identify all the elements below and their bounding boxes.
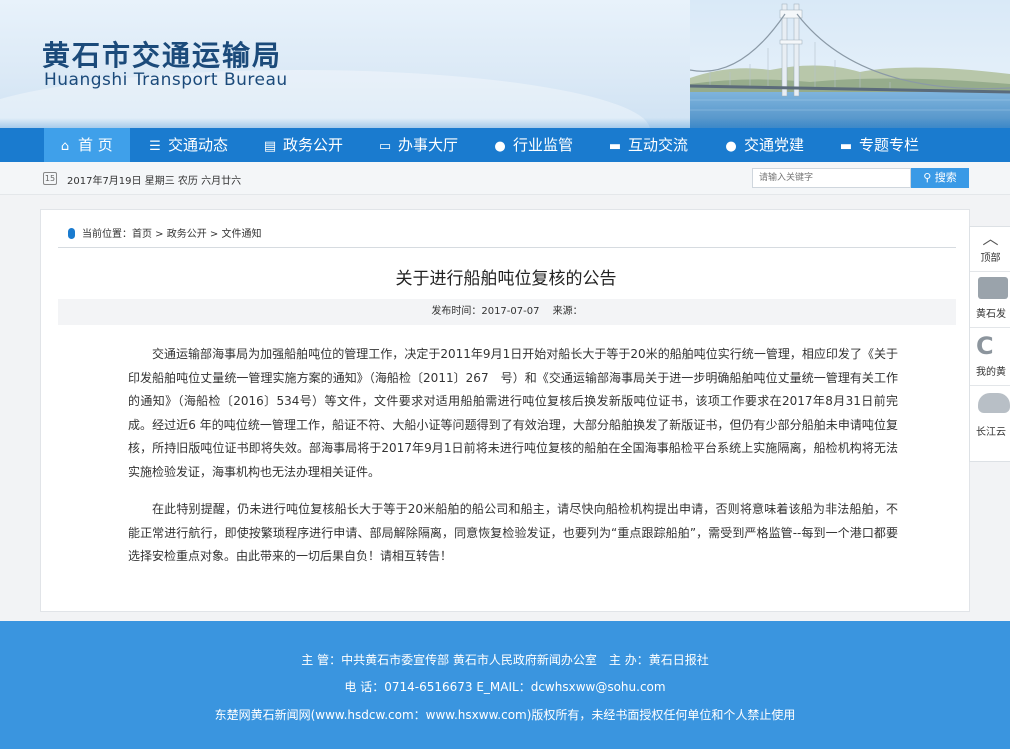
footer-sponsor: 主 管：中共黄石市委宣传部 黄石市人民政府新闻办公室 主 办：黄石日报社: [301, 653, 709, 667]
nav-item-party-building[interactable]: ● 交通党建: [724, 128, 804, 162]
nav-item-interaction[interactable]: ▬ 互动交流: [608, 128, 688, 162]
breadcrumb: 当前位置：首页 > 政务公开 > 文件通知: [68, 225, 262, 240]
side-item-label: 我的黄: [976, 367, 1006, 378]
nav-item-industry-supervision[interactable]: ● 行业监管: [493, 128, 573, 162]
footer-copyright: 东楚网黄石新闻网(www.hsdcw.com：www.hsxww.com)版权所…: [214, 708, 796, 722]
article-paragraph: 交通运输部海事局为加强船舶吨位的管理工作，决定于2011年9月1日开始对船长大于…: [128, 347, 898, 479]
nav-item-label: 专题专栏: [859, 136, 920, 154]
side-item-label: 长江云: [976, 427, 1006, 438]
search-button[interactable]: ⚲ 搜索: [911, 168, 969, 188]
nav-item-service-hall[interactable]: ▭ 办事大厅: [378, 128, 458, 162]
home-icon: ⌂: [60, 139, 70, 154]
article-container: 当前位置：首页 > 政务公开 > 文件通知 关于进行船舶吨位复核的公告 发布时间…: [40, 209, 970, 612]
site-title-english[interactable]: Huangshi Transport Bureau: [44, 70, 288, 90]
nav-item-label: 交通动态: [168, 136, 229, 154]
bridge-banner-image: [690, 0, 1010, 128]
cloud-icon: [978, 393, 1010, 413]
site-header: 黄石市交通运输局 Huangshi Transport Bureau: [0, 0, 1010, 128]
side-divider: [970, 385, 1010, 386]
search-icon: ⚲: [923, 171, 932, 184]
article-meta: 发布时间：2017-07-07 来源：: [58, 299, 956, 325]
breadcrumb-link-government-affairs[interactable]: 政务公开: [167, 229, 207, 240]
footer-contact: 电 话：0714-6516673 E_MAIL：dcwhsxww@sohu.co…: [344, 680, 666, 694]
side-item-huangshi-fa[interactable]: 黄石发: [970, 277, 1010, 320]
nav-item-traffic-news[interactable]: ☰ 交通动态: [148, 128, 228, 162]
breadcrumb-link-home[interactable]: 首页: [132, 229, 152, 240]
breadcrumb-label: 当前位置：: [82, 229, 132, 240]
breadcrumb-link-file-notice[interactable]: 文件通知: [222, 229, 262, 240]
nav-item-home[interactable]: ⌂ 首 页: [44, 128, 130, 162]
nav-item-label: 行业监管: [513, 136, 574, 154]
message-icon: ▬: [839, 139, 853, 154]
chevron-up-icon: ︿: [982, 231, 999, 248]
nav-item-label: 政务公开: [283, 136, 344, 154]
calendar-icon: 15: [43, 172, 57, 185]
location-pin-icon: [68, 228, 75, 239]
site-title[interactable]: 黄石市交通运输局: [42, 34, 282, 74]
breadcrumb-divider: [58, 247, 956, 248]
side-item-changjiang-cloud[interactable]: 长江云: [970, 393, 1010, 438]
swirl-icon: C: [976, 333, 994, 360]
article-title: 关于进行船舶吨位复核的公告: [395, 269, 617, 289]
side-divider: [970, 327, 1010, 328]
nav-item-government-affairs[interactable]: ▤ 政务公开: [263, 128, 343, 162]
current-date: 2017年7月19日 星期三 农历 六月廿六: [67, 176, 242, 187]
document-icon: ▤: [263, 139, 277, 154]
back-to-top-button[interactable]: ︿ 顶部: [970, 231, 1010, 264]
search-input[interactable]: [752, 168, 911, 188]
article-paragraph: 在此特别提醒，仍未进行吨位复核船长大于等于20米船舶的船公司和船主，请尽快向船检…: [128, 502, 898, 563]
list-icon: ☰: [149, 139, 161, 154]
paper-icon: [978, 277, 1008, 299]
chat-icon: ▬: [608, 139, 622, 154]
search-button-label: 搜索: [934, 171, 957, 184]
site-footer: 主 管：中共黄石市委宣传部 黄石市人民政府新闻办公室 主 办：黄石日报社 电 话…: [0, 621, 1010, 749]
side-toolbar: ︿ 顶部 黄石发 C 我的黄 长江云: [969, 226, 1010, 462]
side-item-label: 顶部: [980, 253, 1001, 264]
side-divider: [970, 271, 1010, 272]
side-item-my-huangshi[interactable]: C 我的黄: [970, 333, 1010, 378]
user-icon: ●: [725, 139, 737, 154]
nav-item-label: 办事大厅: [398, 136, 459, 154]
shield-icon: ●: [494, 139, 506, 154]
monitor-icon: ▭: [378, 139, 392, 154]
nav-item-special-column[interactable]: ▬ 专题专栏: [839, 128, 919, 162]
nav-item-label: 互动交流: [628, 136, 689, 154]
side-item-label: 黄石发: [976, 309, 1006, 320]
nav-item-label: 交通党建: [744, 136, 805, 154]
main-nav: ⌂ 首 页 ☰ 交通动态 ▤ 政务公开 ▭ 办事大厅 ● 行业监管 ▬ 互动交流 ● 交通党建…: [0, 128, 1010, 162]
nav-item-label: 首 页: [78, 136, 113, 154]
